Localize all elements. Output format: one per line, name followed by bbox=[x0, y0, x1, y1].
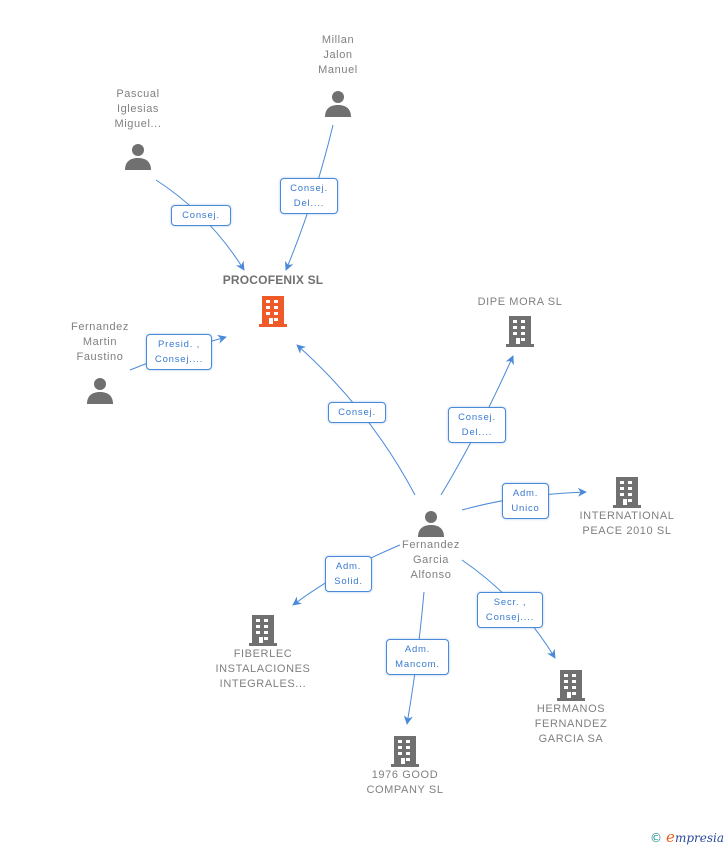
brand-name: mpresia bbox=[674, 831, 724, 845]
brand-footer: © empresia bbox=[650, 828, 724, 846]
company-name: INTERNATIONAL PEACE 2010 SL bbox=[579, 510, 675, 537]
copyright-icon: © bbox=[650, 831, 663, 845]
company-node-hermanos[interactable]: HERMANOS FERNANDEZ GARCIA SA bbox=[516, 668, 626, 747]
building-icon bbox=[249, 615, 277, 646]
person-name: Millan Jalon Manuel bbox=[318, 34, 358, 76]
company-name: HERMANOS FERNANDEZ GARCIA SA bbox=[534, 703, 608, 745]
relation-label[interactable]: Adm. Unico bbox=[502, 483, 549, 519]
person-node-martin[interactable]: Fernandez Martin Faustino bbox=[60, 320, 140, 405]
person-node-garcia[interactable]: Fernandez Garcia Alfonso bbox=[391, 508, 471, 583]
building-icon bbox=[613, 477, 641, 508]
relation-label[interactable]: Consej. bbox=[171, 205, 231, 226]
company-node-procofenix[interactable]: PROCOFENIX SL bbox=[203, 273, 343, 328]
relation-label[interactable]: Consej. bbox=[328, 402, 386, 423]
brand-initial: e bbox=[666, 828, 675, 846]
person-name: Fernandez Martin Faustino bbox=[71, 321, 129, 363]
building-icon bbox=[259, 296, 287, 327]
company-node-dipe[interactable]: DIPE MORA SL bbox=[470, 295, 570, 348]
person-name: Fernandez Garcia Alfonso bbox=[402, 539, 460, 581]
building-icon bbox=[391, 736, 419, 767]
company-name: DIPE MORA SL bbox=[477, 296, 563, 308]
person-icon bbox=[418, 511, 444, 537]
person-node-pascual[interactable]: Pascual Iglesias Miguel... bbox=[98, 87, 178, 171]
relation-label[interactable]: Consej. Del.... bbox=[280, 178, 338, 214]
company-name: FIBERLEC INSTALACIONES INTEGRALES... bbox=[215, 648, 311, 690]
company-node-fiberlec[interactable]: FIBERLEC INSTALACIONES INTEGRALES... bbox=[208, 613, 318, 692]
building-icon bbox=[557, 670, 585, 701]
person-name: Pascual Iglesias Miguel... bbox=[114, 88, 162, 130]
building-icon bbox=[506, 316, 534, 347]
person-icon bbox=[87, 378, 113, 404]
company-name: 1976 GOOD COMPANY SL bbox=[366, 769, 444, 796]
relation-label[interactable]: Adm. Mancom. bbox=[386, 639, 449, 675]
relation-label[interactable]: Adm. Solid. bbox=[325, 556, 372, 592]
company-node-good[interactable]: 1976 GOOD COMPANY SL bbox=[350, 734, 460, 798]
relation-label[interactable]: Secr. , Consej.... bbox=[477, 592, 543, 628]
person-icon bbox=[125, 144, 151, 170]
person-icon bbox=[325, 91, 351, 117]
person-node-millan[interactable]: Millan Jalon Manuel bbox=[298, 33, 378, 118]
relation-label[interactable]: Presid. , Consej.... bbox=[146, 334, 212, 370]
company-name: PROCOFENIX SL bbox=[222, 273, 324, 287]
relation-label[interactable]: Consej. Del.... bbox=[448, 407, 506, 443]
company-node-intl[interactable]: INTERNATIONAL PEACE 2010 SL bbox=[572, 475, 682, 539]
